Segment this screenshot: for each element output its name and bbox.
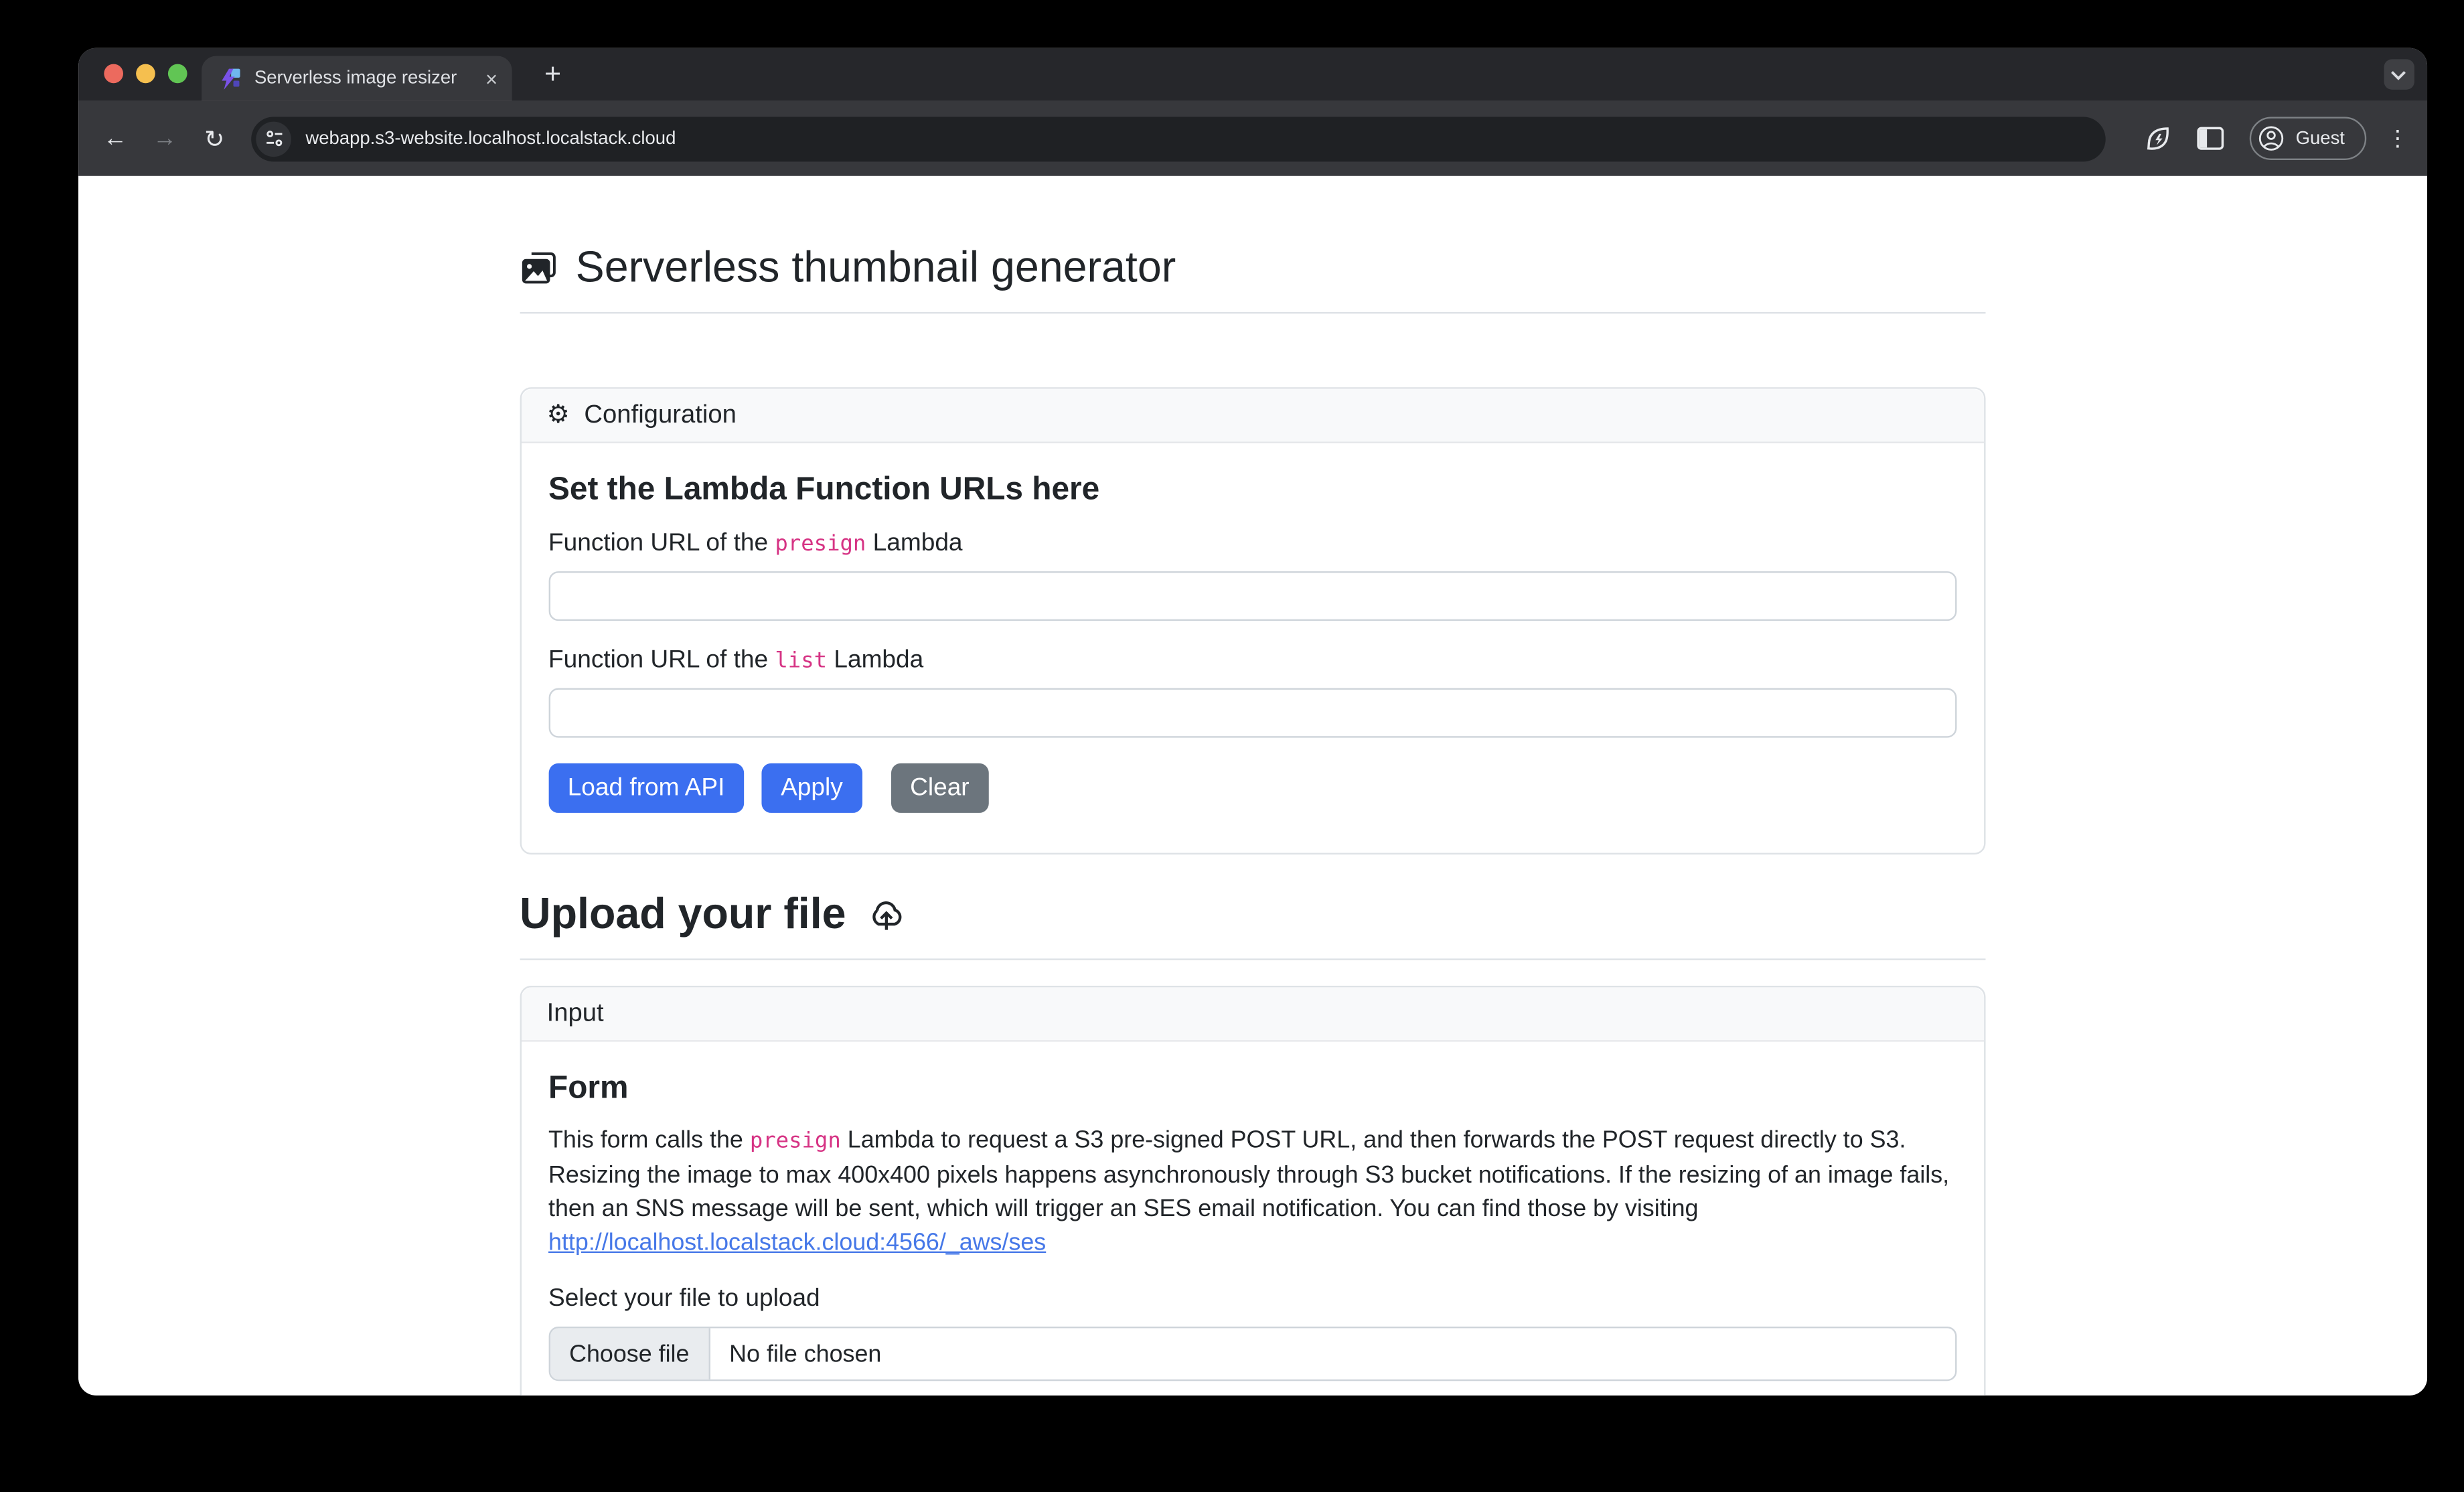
file-status-text: No file chosen xyxy=(710,1328,901,1379)
config-buttons: Load from API Apply Clear xyxy=(548,763,1956,813)
apply-button[interactable]: Apply xyxy=(761,763,862,813)
tab-title: Serverless image resizer xyxy=(254,69,473,88)
presign-label-text: Function URL of the xyxy=(548,530,775,557)
minimize-window-button[interactable] xyxy=(136,64,155,84)
gear-icon: ⚙ xyxy=(547,402,570,428)
chevron-down-icon xyxy=(2390,70,2406,79)
configuration-card-body: Set the Lambda Function URLs here Functi… xyxy=(521,443,1983,853)
config-heading: Set the Lambda Function URLs here xyxy=(548,471,1956,509)
input-card: Input Form This form calls the presign L… xyxy=(520,986,1985,1395)
clear-button[interactable]: Clear xyxy=(891,763,988,813)
site-info-button[interactable] xyxy=(256,121,291,156)
form-heading: Form xyxy=(548,1069,1956,1107)
configuration-card: ⚙ Configuration Set the Lambda Function … xyxy=(520,387,1985,854)
presign-label-suffix: Lambda xyxy=(866,530,962,557)
presign-url-label: Function URL of the presign Lambda xyxy=(548,530,1956,558)
address-bar[interactable]: webapp.s3-website.localhost.localstack.c… xyxy=(251,116,2105,161)
form-description: This form calls the presign Lambda to re… xyxy=(548,1123,1956,1259)
file-select-label: Select your file to upload xyxy=(548,1285,1956,1314)
list-label-text: Function URL of the xyxy=(548,646,775,674)
url-text: webapp.s3-website.localhost.localstack.c… xyxy=(305,129,676,148)
list-code: list xyxy=(775,648,827,674)
choose-file-button[interactable]: Choose file xyxy=(550,1328,710,1379)
tab-close-icon[interactable]: × xyxy=(485,68,497,89)
presign-code: presign xyxy=(775,531,866,556)
person-circle-icon xyxy=(2257,125,2285,152)
tab-search-button[interactable] xyxy=(2383,59,2413,89)
zoom-window-button[interactable] xyxy=(168,64,187,84)
reload-button[interactable]: ↻ xyxy=(194,118,235,159)
energy-saver-leaf-icon xyxy=(2143,123,2173,153)
divider xyxy=(520,958,1985,960)
images-icon xyxy=(520,249,558,287)
tab-strip: Serverless image resizer × + xyxy=(78,48,2427,101)
profile-button[interactable]: Guest xyxy=(2249,117,2366,160)
input-card-body: Form This form calls the presign Lambda … xyxy=(521,1042,1983,1395)
browser-tab[interactable]: Serverless image resizer × xyxy=(202,56,512,101)
upload-heading-text: Upload your file xyxy=(520,890,846,940)
input-card-header: Input xyxy=(521,987,1983,1041)
page-content: Serverless thumbnail generator ⚙ Configu… xyxy=(78,176,2427,1395)
divider xyxy=(520,312,1985,313)
energy-saver-button[interactable] xyxy=(2139,119,2177,157)
desktop-background: Serverless image resizer × + ← → ↻ xyxy=(0,0,2464,1492)
list-url-input[interactable] xyxy=(548,688,1956,738)
description-text: This form calls the xyxy=(548,1126,750,1154)
browser-window: Serverless image resizer × + ← → ↻ xyxy=(78,48,2427,1395)
page-title-text: Serverless thumbnail generator xyxy=(576,243,1176,293)
list-url-label: Function URL of the list Lambda xyxy=(548,646,1956,675)
input-header-label: Input xyxy=(547,999,604,1028)
back-button[interactable]: ← xyxy=(94,118,136,159)
list-label-suffix: Lambda xyxy=(827,646,923,674)
profile-label: Guest xyxy=(2296,129,2345,148)
side-panel-icon xyxy=(2196,123,2226,153)
load-from-api-button[interactable]: Load from API xyxy=(548,763,744,813)
traffic-lights xyxy=(104,64,187,84)
browser-menu-button[interactable]: ⋮ xyxy=(2385,125,2410,152)
presign-url-input[interactable] xyxy=(548,571,1956,621)
forward-button[interactable]: → xyxy=(144,118,185,159)
description-code: presign xyxy=(750,1128,841,1154)
tab-favicon-icon xyxy=(218,66,242,90)
configuration-header-label: Configuration xyxy=(584,401,736,430)
page-title: Serverless thumbnail generator xyxy=(520,243,1985,293)
site-settings-icon xyxy=(263,128,284,149)
cloud-arrow-up-icon xyxy=(865,894,907,936)
new-tab-button[interactable]: + xyxy=(533,54,573,94)
browser-toolbar: ← → ↻ webapp.s3-website.localhost.locals… xyxy=(78,101,2427,176)
file-input[interactable]: Choose file No file chosen xyxy=(548,1327,1956,1381)
upload-section-heading: Upload your file xyxy=(520,890,1985,940)
ses-link[interactable]: http://localhost.localstack.cloud:4566/_… xyxy=(548,1229,1046,1256)
configuration-card-header: ⚙ Configuration xyxy=(521,389,1983,443)
side-panel-button[interactable] xyxy=(2191,119,2230,157)
close-window-button[interactable] xyxy=(104,64,123,84)
